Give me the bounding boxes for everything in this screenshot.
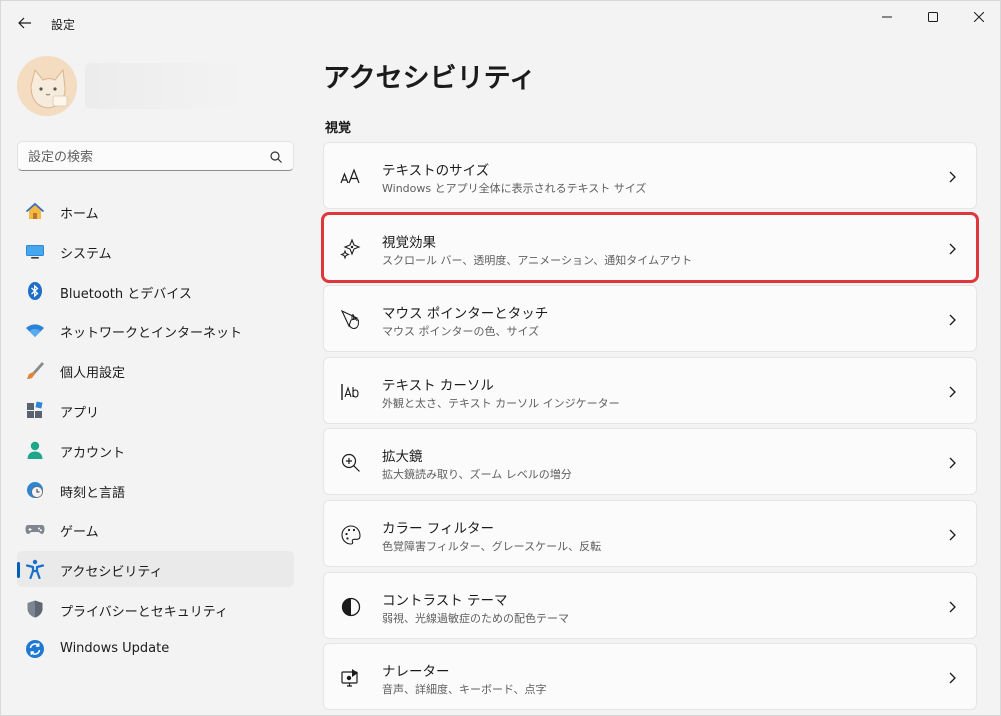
account-icon: [25, 440, 45, 460]
card-title: 拡大鏡: [382, 449, 423, 466]
card-title: 視覚効果: [382, 234, 436, 251]
search-icon[interactable]: [269, 150, 283, 164]
apps-icon: [25, 400, 45, 420]
scrollbar[interactable]: [994, 41, 998, 701]
card-text-cursor[interactable]: テキスト カーソル 外観と太さ、テキスト カーソル インジケーター: [323, 356, 977, 424]
card-title: マウス ポインターとタッチ: [382, 306, 549, 323]
card-title: テキスト カーソル: [382, 377, 494, 394]
color-filter-icon: [340, 524, 362, 546]
chevron-right-icon: [949, 457, 956, 469]
sidebar-item-label: Windows Update: [60, 640, 170, 656]
update-icon: [25, 639, 45, 659]
sidebar-item-bluetooth[interactable]: Bluetooth とデバイス: [17, 273, 294, 309]
sidebar-item-gaming[interactable]: ゲーム: [17, 511, 294, 547]
sidebar-item-apps[interactable]: アプリ: [17, 392, 294, 428]
profile-info: [85, 63, 245, 109]
brush-icon: [25, 360, 45, 380]
sidebar-item-label: Bluetooth とデバイス: [60, 286, 192, 302]
chevron-right-icon: [949, 386, 956, 398]
card-contrast-themes[interactable]: コントラスト テーマ 弱視、光線過敏症のための配色テーマ: [323, 571, 977, 639]
sidebar-item-system[interactable]: システム: [17, 233, 294, 269]
title-bar: 設定: [1, 1, 1001, 45]
card-magnifier[interactable]: 拡大鏡 拡大鏡読み取り、ズーム レベルの増分: [323, 428, 977, 496]
shield-icon: [25, 599, 45, 619]
card-text-size[interactable]: テキストのサイズ Windows とアプリ全体に表示されるテキスト サイズ: [323, 142, 977, 209]
sidebar-item-accessibility[interactable]: アクセシビリティ: [17, 551, 294, 588]
card-mouse-pointer-touch[interactable]: マウス ポインターとタッチ マウス ポインターの色、サイズ: [323, 285, 977, 353]
sidebar-item-windows-update[interactable]: Windows Update: [17, 631, 294, 667]
chevron-right-icon: [949, 672, 956, 684]
chevron-right-icon: [949, 529, 956, 541]
visual-effects-icon: [340, 238, 362, 260]
card-description: 拡大鏡読み取り、ズーム レベルの増分: [382, 468, 572, 482]
card-description: マウス ポインターの色、サイズ: [382, 325, 540, 339]
gamepad-icon: [25, 519, 45, 539]
close-button[interactable]: [956, 1, 1001, 33]
contrast-icon: [340, 596, 362, 618]
app-title: 設定: [51, 18, 76, 32]
sidebar-item-network[interactable]: ネットワークとインターネット: [17, 312, 294, 348]
card-narrator[interactable]: ナレーター 音声、詳細度、キーボード、点字: [323, 643, 977, 711]
system-icon: [25, 241, 45, 261]
chevron-right-icon: [949, 243, 956, 255]
sidebar-item-label: ホーム: [60, 207, 99, 222]
card-title: カラー フィルター: [382, 520, 495, 537]
sidebar-item-label: アカウント: [60, 445, 126, 461]
text-cursor-icon: [340, 381, 362, 403]
card-title: ナレーター: [382, 664, 450, 681]
card-color-filter[interactable]: カラー フィルター 色覚障害フィルター、グレースケール、反転: [323, 499, 977, 567]
wifi-icon: [25, 320, 45, 340]
sidebar-item-home[interactable]: ホーム: [17, 193, 294, 229]
search-input[interactable]: [28, 148, 258, 166]
minimize-button[interactable]: [864, 1, 910, 33]
card-visual-effects[interactable]: 視覚効果 スクロール バー、透明度、アニメーション、通知タイムアウト: [321, 211, 979, 283]
sidebar-item-personalization[interactable]: 個人用設定: [17, 352, 294, 388]
settings-card-list: テキストのサイズ Windows とアプリ全体に表示されるテキスト サイズ 視覚…: [321, 142, 979, 715]
sidebar-item-label: ゲーム: [60, 525, 99, 541]
sidebar-item-label: 時刻と言語: [60, 485, 126, 501]
card-description: 弱視、光線過敏症のための配色テーマ: [382, 611, 569, 625]
chevron-right-icon: [949, 601, 956, 613]
close-icon: [974, 12, 984, 22]
card-title: テキストのサイズ: [382, 163, 490, 179]
maximize-icon: [928, 12, 938, 22]
sidebar-item-accounts[interactable]: アカウント: [17, 432, 294, 468]
avatar[interactable]: [17, 56, 77, 116]
search-box[interactable]: [17, 141, 294, 171]
sidebar-item-label: ネットワークとインターネット: [60, 326, 243, 342]
sidebar-nav: ホーム システム Bluetooth とデバイス ネットワークとインターネット …: [17, 193, 294, 671]
page-title: アクセシビリティ: [323, 63, 537, 94]
back-button[interactable]: [11, 9, 39, 37]
sidebar-item-label: システム: [60, 246, 112, 262]
card-description: 音声、詳細度、キーボード、点字: [382, 683, 547, 697]
clock-globe-icon: [25, 480, 45, 500]
sidebar-item-label: プライバシーとセキュリティ: [60, 604, 228, 620]
card-description: スクロール バー、透明度、アニメーション、通知タイムアウト: [382, 253, 693, 267]
maximize-button[interactable]: [910, 1, 956, 33]
pointer-touch-icon: [340, 309, 362, 331]
card-description: Windows とアプリ全体に表示されるテキスト サイズ: [382, 182, 647, 195]
chevron-right-icon: [949, 171, 956, 183]
card-description: 外観と太さ、テキスト カーソル インジケーター: [382, 396, 620, 410]
bluetooth-icon: [25, 281, 45, 301]
minimize-icon: [882, 16, 892, 18]
narrator-icon: [340, 667, 362, 689]
sidebar-item-label: 個人用設定: [60, 366, 126, 382]
sidebar-item-label: アクセシビリティ: [60, 565, 163, 581]
accessibility-icon: [25, 559, 45, 580]
sidebar-item-privacy-security[interactable]: プライバシーとセキュリティ: [17, 591, 294, 627]
cat-avatar-icon: [17, 56, 77, 116]
chevron-right-icon: [949, 314, 956, 326]
home-icon: [25, 201, 45, 221]
sidebar-item-label: アプリ: [60, 405, 100, 421]
back-arrow-icon: [18, 17, 31, 29]
magnifier-icon: [340, 452, 362, 474]
card-title: コントラスト テーマ: [382, 592, 508, 609]
card-description: 色覚障害フィルター、グレースケール、反転: [382, 539, 602, 553]
section-title: 視覚: [325, 121, 352, 136]
text-size-icon: [340, 166, 362, 188]
sidebar-item-time-language[interactable]: 時刻と言語: [17, 472, 294, 508]
